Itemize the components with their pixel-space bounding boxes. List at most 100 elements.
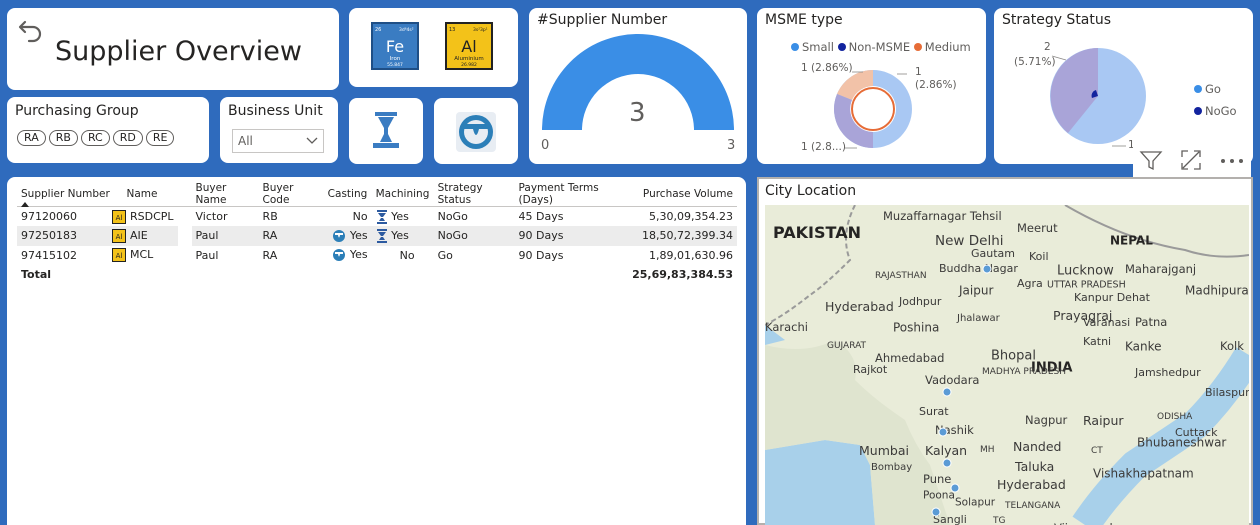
map-place-label: Pune — [923, 472, 951, 486]
map-city-marker[interactable] — [982, 264, 992, 274]
col-payment-terms[interactable]: Payment Terms (Days) — [514, 182, 629, 207]
table-row[interactable]: 97250183 Al AIE Paul RA Yes Yes NoGo 90 Days 1… — [17, 226, 737, 246]
map-place-label: Varanasi — [1083, 316, 1130, 329]
col-purchase-volume[interactable]: Purchase Volume — [628, 182, 737, 207]
purchasing-group-title: Purchasing Group — [15, 103, 139, 119]
cell-machining: No — [399, 248, 415, 262]
map-place-label: Nagpur — [1025, 413, 1068, 427]
chip-rc[interactable]: RC — [80, 130, 110, 146]
map-place-label: Lucknow — [1057, 263, 1114, 278]
map-place-label: Jodhpur — [898, 295, 942, 308]
gauge-min: 0 — [541, 138, 550, 153]
msme-label-left: 1 (2.86%) — [801, 62, 853, 74]
casting-ladle-icon — [456, 112, 496, 152]
map-place-label: Poona — [923, 489, 955, 501]
cell-name: Al MCL — [108, 246, 177, 266]
chevron-down-icon — [306, 137, 318, 144]
map-place-label: Muzaffarnagar Tehsil — [883, 209, 1002, 223]
col-buyer-code[interactable]: Buyer Code — [258, 182, 324, 207]
cell-casting: Yes — [324, 246, 372, 266]
map-place-label: Madhipura — [1185, 284, 1249, 298]
business-unit-value: All — [238, 134, 253, 148]
sort-asc-icon — [21, 202, 29, 207]
supplier-table: Supplier Number Name Buyer Name Buyer Co… — [17, 182, 737, 285]
table-row[interactable]: 97120060 Al RSDCPL Victor RB No Yes NoGo 45 Da… — [17, 207, 737, 227]
map-place-label: Solapur — [955, 496, 996, 508]
map-city-marker[interactable] — [931, 507, 941, 517]
cell-buyer-name: Paul — [195, 248, 219, 262]
iron-element-icon[interactable]: 26 3d⁶4s² Fe Iron 55.847 — [371, 22, 419, 70]
cell-machining: Yes — [371, 226, 434, 246]
map-place-label: Gautam — [971, 247, 1015, 260]
map-place-label: Meerut — [1017, 221, 1058, 235]
col-casting[interactable]: Casting — [323, 182, 372, 207]
svg-text:26: 26 — [375, 27, 381, 33]
city-map[interactable]: PAKISTAN Muzaffarnagar Tehsil Meerut NEPAL N… — [765, 205, 1249, 525]
focus-mode-icon[interactable] — [1179, 148, 1203, 176]
business-unit-dropdown[interactable]: All — [232, 129, 324, 153]
cell-supplier-number: 97120060 — [21, 210, 77, 223]
machining-press-icon — [376, 228, 387, 243]
map-place-label: Bhubaneshwar — [1137, 436, 1226, 450]
aluminium-element-icon[interactable]: 13 3s²3p¹ Al Aluminium 26.982 — [445, 22, 493, 70]
chip-rd[interactable]: RD — [112, 130, 143, 146]
supplier-table-card: Supplier Number Name Buyer Name Buyer Co… — [7, 177, 746, 525]
msme-label-right-count: 1 — [915, 66, 922, 78]
casting-tile[interactable] — [434, 98, 518, 164]
more-options-icon[interactable] — [1219, 151, 1245, 175]
legend-go[interactable]: Go — [1194, 78, 1237, 100]
col-supplier-number[interactable]: Supplier Number — [17, 182, 123, 207]
map-city-marker[interactable] — [938, 427, 948, 437]
cell-purchase-volume: 1,89,01,630.96 — [649, 248, 733, 262]
msme-label-right-pct: (2.86%) — [915, 79, 957, 91]
chip-ra[interactable]: RA — [17, 130, 46, 146]
svg-text:55.847: 55.847 — [387, 62, 403, 68]
cell-purchase-volume: 18,50,72,399.34 — [628, 226, 737, 246]
map-place-label: Koil — [1029, 250, 1049, 263]
back-arrow-icon[interactable] — [17, 16, 45, 44]
map-place-label: Jaipur — [958, 284, 993, 298]
map-place-label: Vishakhapatnam — [1093, 467, 1194, 481]
map-place-label: Kanke — [1125, 340, 1162, 354]
map-city-marker[interactable] — [942, 387, 952, 397]
aluminium-element-icon: Al — [112, 209, 127, 224]
col-strategy-status[interactable]: Strategy Status — [433, 182, 515, 207]
cell-buyer-name: Paul — [191, 226, 259, 246]
chip-rb[interactable]: RB — [48, 130, 78, 146]
col-name[interactable]: Name — [122, 182, 192, 207]
chip-re[interactable]: RE — [145, 130, 175, 146]
table-total-row: Total 25,69,83,384.53 — [17, 265, 737, 285]
machining-tile[interactable] — [349, 98, 423, 164]
map-place-label: ODISHA — [1157, 412, 1193, 422]
cell-supplier-number: 97250183 — [17, 226, 123, 246]
strategy-legend: Go NoGo — [1194, 78, 1237, 122]
map-place-label: Hyderabad — [825, 299, 894, 314]
map-city-marker[interactable] — [942, 458, 952, 468]
filter-icon[interactable] — [1139, 148, 1163, 176]
gauge-chart[interactable] — [529, 8, 747, 164]
msme-label-bottom: 1 (2.8...) — [801, 141, 846, 153]
map-city-marker[interactable] — [950, 483, 960, 493]
table-row[interactable]: 97415102 Al MCL Paul RA Yes No Go 90 Days 1,89,… — [17, 246, 737, 266]
aluminium-element-icon: Al — [112, 228, 127, 243]
map-place-label: Kalyan — [925, 443, 967, 458]
map-place-label: Karachi — [765, 320, 808, 334]
gauge-value: 3 — [629, 98, 646, 128]
cell-payment-terms: 45 Days — [518, 210, 564, 223]
col-machining[interactable]: Machining — [371, 182, 434, 207]
legend-nogo[interactable]: NoGo — [1194, 100, 1237, 122]
svg-text:Fe: Fe — [386, 37, 404, 56]
gauge-max: 3 — [727, 138, 736, 153]
map-place-label: Jamshedpur — [1134, 366, 1201, 379]
map-place-label: CT — [1091, 446, 1103, 456]
cell-strategy-status: NoGo — [433, 226, 515, 246]
machining-press-icon — [376, 209, 387, 224]
map-place-label: Patna — [1135, 315, 1167, 329]
cell-casting: No — [352, 210, 368, 223]
cell-buyer-code: RA — [262, 248, 278, 262]
map-place-label: Vijayawada — [1054, 521, 1120, 525]
map-place-label: Vadodara — [925, 373, 979, 387]
aluminium-element-icon: Al — [112, 248, 127, 263]
col-buyer-name[interactable]: Buyer Name — [191, 182, 259, 207]
map-place-label: Buddha Nagar — [939, 262, 1018, 275]
